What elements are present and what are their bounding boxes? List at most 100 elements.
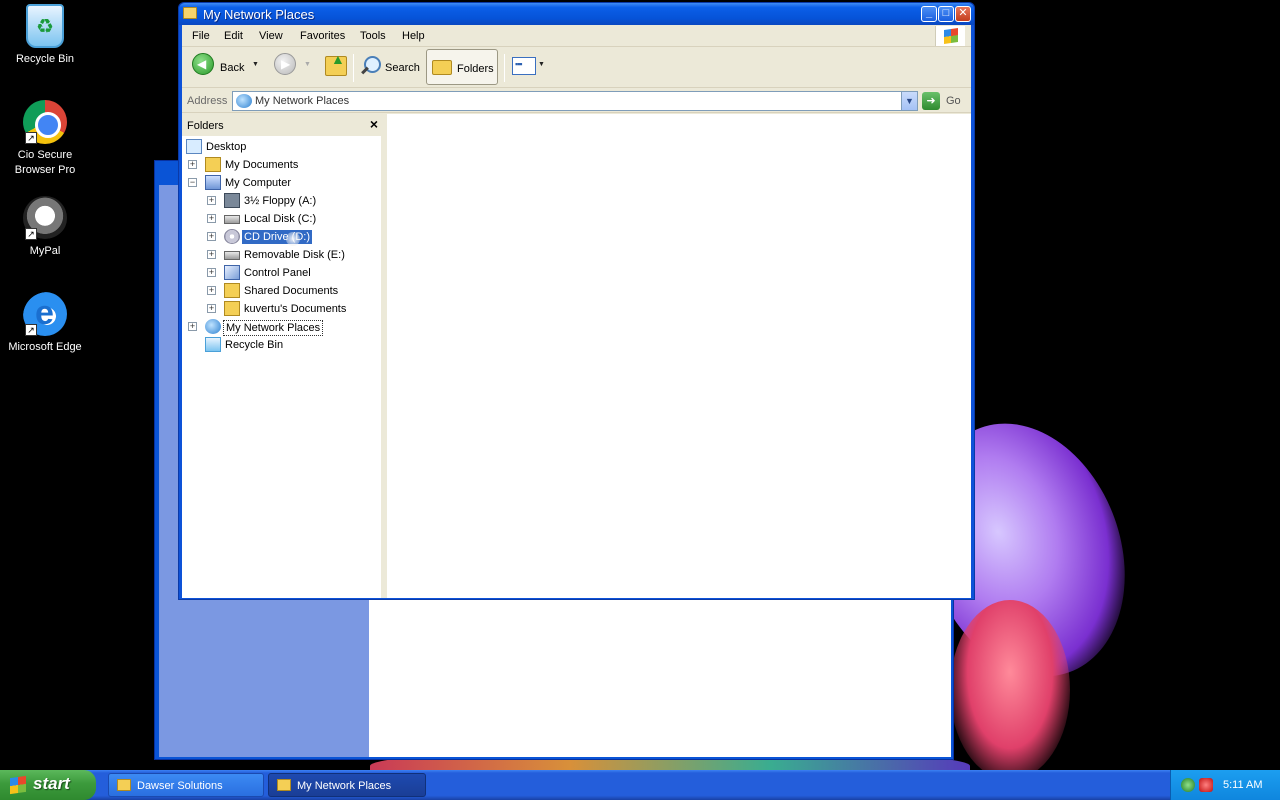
toolbar-separator bbox=[504, 54, 505, 82]
menu-favorites[interactable]: Favorites bbox=[300, 30, 345, 42]
my-computer-icon bbox=[205, 175, 221, 190]
desktop-icon-label: Cio Secure Browser Pro bbox=[14, 149, 76, 176]
close-icon[interactable]: × bbox=[370, 116, 378, 132]
folder-tree: Desktop + My Documents − My Computer + 3… bbox=[182, 136, 381, 598]
folders-button[interactable]: Folders bbox=[426, 49, 498, 85]
close-button[interactable]: ✕ bbox=[955, 6, 971, 22]
desktop-icon-mypal[interactable]: ↗ MyPal bbox=[2, 196, 88, 259]
tree-item-label: kuvertu's Documents bbox=[244, 303, 347, 315]
content-pane[interactable] bbox=[387, 114, 971, 598]
taskbar-button-dawser-solutions[interactable]: Dawser Solutions bbox=[108, 773, 264, 797]
expand-icon[interactable]: + bbox=[207, 286, 216, 295]
menu-file[interactable]: File bbox=[192, 30, 210, 42]
title-bar[interactable]: My Network Places _ □ ✕ bbox=[179, 3, 974, 25]
maximize-button[interactable]: □ bbox=[938, 6, 954, 22]
wallpaper-swirl bbox=[950, 600, 1070, 780]
desktop-icon-microsoft-edge[interactable]: ↗ Microsoft Edge bbox=[2, 292, 88, 355]
menu-bar: File Edit View Favorites Tools Help bbox=[182, 25, 971, 47]
tree-item-label: 3½ Floppy (A:) bbox=[244, 195, 317, 207]
network-places-icon bbox=[236, 94, 252, 108]
address-label: Address bbox=[187, 95, 228, 107]
clock[interactable]: 5:11 AM bbox=[1223, 779, 1263, 791]
taskbar-button-my-network-places[interactable]: My Network Places bbox=[268, 773, 426, 797]
tree-item-label: Recycle Bin bbox=[225, 339, 284, 351]
folder-icon bbox=[277, 779, 291, 791]
tree-item-label: CD Drive (D:) bbox=[242, 230, 312, 244]
folder-icon bbox=[224, 283, 240, 298]
control-panel-icon bbox=[224, 265, 240, 280]
go-button[interactable]: ➜ Go bbox=[922, 92, 966, 110]
tree-item-label: Shared Documents bbox=[244, 285, 339, 297]
forward-dropdown-icon[interactable]: ▼ bbox=[304, 61, 311, 68]
back-button[interactable] bbox=[192, 53, 214, 75]
edge-icon: ↗ bbox=[23, 292, 67, 336]
folder-icon bbox=[117, 779, 131, 791]
raccoon-icon: ↗ bbox=[23, 196, 67, 240]
recycle-bin-icon bbox=[26, 4, 64, 48]
desktop-icon-label: Recycle Bin bbox=[15, 53, 75, 65]
minimize-button[interactable]: _ bbox=[921, 6, 937, 22]
expand-icon[interactable]: + bbox=[188, 322, 197, 331]
windows-logo-icon bbox=[10, 775, 26, 795]
windows-logo-icon bbox=[935, 26, 965, 46]
tree-item-label: Removable Disk (E:) bbox=[244, 249, 345, 261]
back-label: Back bbox=[220, 62, 245, 74]
address-field[interactable]: ▼ bbox=[232, 91, 918, 111]
desktop: Recycle Bin ↗ Cio Secure Browser Pro ↗ M… bbox=[0, 0, 1280, 800]
back-dropdown-icon[interactable]: ▼ bbox=[252, 61, 259, 68]
taskbar-button-label: My Network Places bbox=[297, 780, 392, 792]
desktop-icon-recycle-bin[interactable]: Recycle Bin bbox=[2, 4, 88, 67]
floppy-icon bbox=[224, 193, 240, 208]
tree-item-label: Desktop bbox=[206, 141, 247, 153]
start-button[interactable]: start bbox=[0, 770, 96, 800]
expand-icon[interactable]: + bbox=[207, 214, 216, 223]
folders-pane: Folders × Desktop + My Documents − My Co… bbox=[182, 114, 384, 598]
expand-icon[interactable]: + bbox=[207, 304, 216, 313]
expand-icon[interactable]: + bbox=[207, 232, 216, 241]
expand-icon[interactable]: + bbox=[207, 250, 216, 259]
folders-label: Folders bbox=[457, 63, 494, 75]
network-status-icon[interactable] bbox=[1181, 778, 1195, 792]
tree-item-label: My Network Places bbox=[223, 320, 324, 336]
tree-item-label: Control Panel bbox=[244, 267, 311, 279]
folder-icon bbox=[183, 7, 197, 19]
search-icon[interactable] bbox=[360, 56, 381, 76]
folders-pane-title: Folders bbox=[187, 120, 224, 132]
desktop-icon-cio-secure-browser[interactable]: ↗ Cio Secure Browser Pro bbox=[2, 100, 88, 178]
cd-drive-icon bbox=[224, 229, 240, 244]
folder-icon bbox=[432, 60, 452, 75]
menu-help[interactable]: Help bbox=[402, 30, 425, 42]
forward-button[interactable] bbox=[274, 53, 296, 75]
toolbar-separator bbox=[353, 54, 354, 82]
collapse-icon[interactable]: − bbox=[188, 178, 197, 187]
toolbar: Back ▼ ▼ Search Folders ▼ bbox=[182, 48, 971, 88]
expand-icon[interactable]: + bbox=[188, 160, 197, 169]
go-label: Go bbox=[946, 95, 961, 107]
tree-item-label: My Documents bbox=[225, 159, 299, 171]
menu-view[interactable]: View bbox=[259, 30, 283, 42]
go-arrow-icon: ➜ bbox=[922, 92, 940, 110]
expand-icon[interactable]: + bbox=[207, 196, 216, 205]
security-shield-icon[interactable] bbox=[1199, 778, 1213, 792]
network-places-icon bbox=[205, 319, 221, 334]
start-label: start bbox=[33, 774, 70, 793]
views-icon[interactable] bbox=[512, 57, 536, 75]
address-dropdown-icon[interactable]: ▼ bbox=[901, 92, 917, 110]
views-dropdown-icon[interactable]: ▼ bbox=[538, 61, 545, 68]
address-bar: Address ▼ ➜ Go bbox=[182, 89, 971, 113]
search-label: Search bbox=[385, 62, 420, 74]
shortcut-arrow-icon: ↗ bbox=[25, 132, 37, 144]
expand-icon[interactable]: + bbox=[207, 268, 216, 277]
menu-edit[interactable]: Edit bbox=[224, 30, 243, 42]
system-tray: 5:11 AM bbox=[1170, 770, 1280, 800]
folders-pane-header: Folders × bbox=[182, 114, 384, 136]
shortcut-arrow-icon: ↗ bbox=[25, 228, 37, 240]
up-folder-icon[interactable] bbox=[325, 51, 347, 76]
my-documents-icon bbox=[205, 157, 221, 172]
desktop-icon-label: Microsoft Edge bbox=[8, 341, 82, 353]
shortcut-arrow-icon: ↗ bbox=[25, 324, 37, 336]
chrome-icon: ↗ bbox=[23, 100, 67, 144]
menu-tools[interactable]: Tools bbox=[360, 30, 386, 42]
address-input[interactable] bbox=[255, 93, 895, 109]
tree-item-label: Local Disk (C:) bbox=[244, 213, 317, 225]
